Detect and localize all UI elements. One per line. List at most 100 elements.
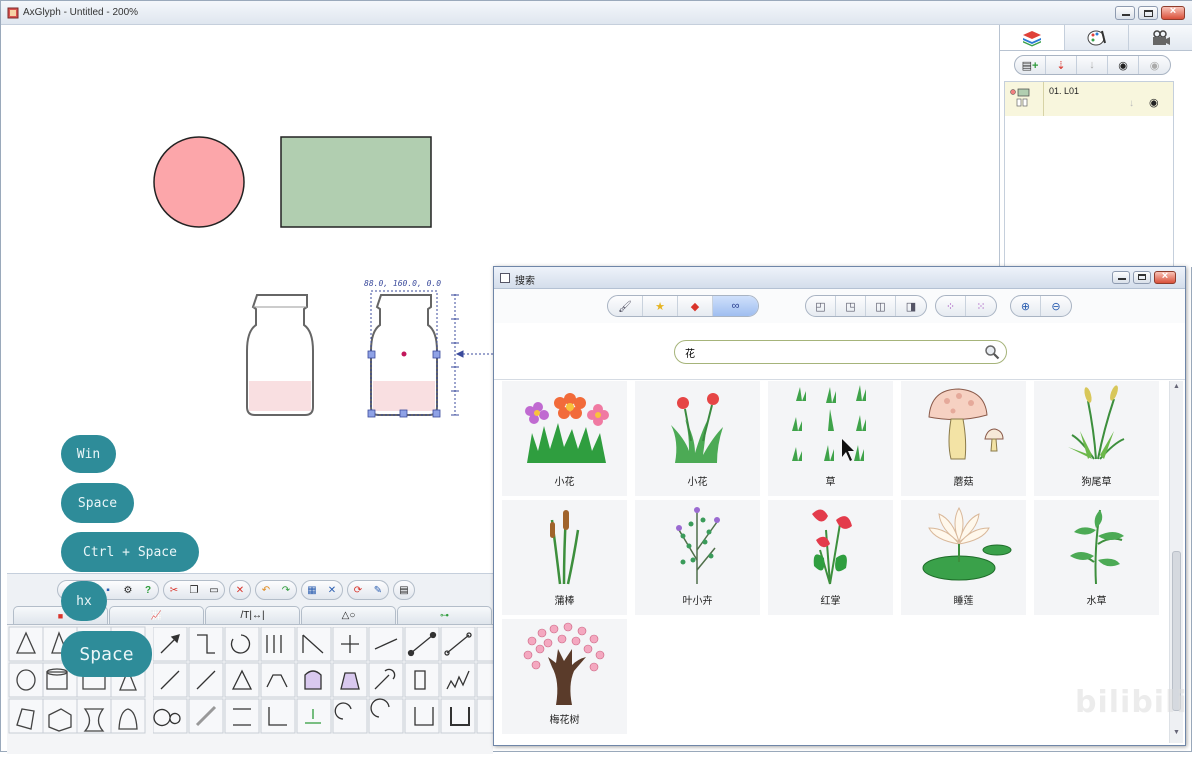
- reagent-bottle-shape[interactable]: [246, 294, 314, 416]
- title-bar: AxGlyph - Untitled - 200% ×: [1, 1, 1192, 25]
- red-arrow-down-icon: ⇣: [1056, 59, 1066, 72]
- grass-tufts-icon: [792, 385, 866, 461]
- hide-layer-button[interactable]: ◉: [1139, 56, 1170, 74]
- result-item[interactable]: 蘑菇: [901, 381, 1026, 496]
- zoom-tabs: ⊕ ⊖: [1010, 295, 1072, 317]
- search-mode-button[interactable]: ∞: [713, 296, 758, 316]
- result-item[interactable]: 梅花树: [502, 619, 627, 734]
- connector-icon: ⊶: [440, 610, 449, 620]
- coordinate-readout: 88.0, 160.0, 0.0: [364, 279, 442, 288]
- zoom-out-button[interactable]: ⊖: [1041, 296, 1071, 316]
- selected-reagent-bottle-shape[interactable]: [367, 290, 441, 418]
- settings-button[interactable]: ⚙: [118, 581, 138, 599]
- help-button[interactable]: ?: [138, 581, 158, 599]
- brush-mode-button[interactable]: 🖌: [608, 296, 643, 316]
- color-squares-icon: ■: [57, 610, 64, 621]
- search-input[interactable]: [685, 345, 975, 359]
- small-grid-icon: ⁙: [976, 300, 986, 313]
- copy-button[interactable]: ❐: [184, 581, 204, 599]
- large-grid-button[interactable]: ⁘: [936, 296, 966, 316]
- scroll-up-icon[interactable]: ▲: [1173, 383, 1180, 390]
- align-button[interactable]: ▤: [394, 581, 414, 599]
- green-rectangle-shape[interactable]: [280, 136, 432, 228]
- add-layer-button[interactable]: ▤+: [1015, 56, 1046, 74]
- history-tools: ↶ ↷: [255, 580, 297, 600]
- scissors-icon: ✂: [169, 584, 179, 596]
- tag-button[interactable]: ◆: [678, 296, 713, 316]
- tab-basic-shapes[interactable]: △○: [301, 606, 396, 624]
- result-item[interactable]: 小花: [502, 381, 627, 496]
- small-grid-button[interactable]: ⁙: [966, 296, 996, 316]
- dialog-title-bar: 搜索 ×: [494, 267, 1185, 289]
- rotate-icon: ⟳: [353, 584, 363, 596]
- red-flowers-icon: [671, 393, 723, 463]
- dialog-close-button[interactable]: ×: [1154, 270, 1176, 284]
- paste-button[interactable]: ▭: [204, 581, 224, 599]
- minimize-button[interactable]: [1115, 6, 1135, 20]
- undo-button[interactable]: ↶: [256, 581, 276, 599]
- dialog-maximize-button[interactable]: [1133, 271, 1151, 284]
- dialog-minimize-button[interactable]: [1112, 271, 1130, 284]
- merge-down-button[interactable]: ↓: [1077, 56, 1108, 74]
- layers-panel: ▤+ ⇣ ↓ ◉ ◉ 01. L01 ↓ ◉: [999, 25, 1192, 267]
- scroll-down-icon[interactable]: ▼: [1173, 729, 1180, 736]
- pink-circle-shape[interactable]: [153, 136, 245, 228]
- cut-button[interactable]: ✂: [164, 581, 184, 599]
- maximize-button[interactable]: [1138, 6, 1158, 20]
- move-layer-down-button[interactable]: ⇣: [1046, 56, 1077, 74]
- transform-tools: ⟳ ✎: [347, 580, 389, 600]
- text-line-icon: /T|↔|: [240, 610, 265, 621]
- grid-button[interactable]: ▦: [302, 581, 322, 599]
- tab-layers[interactable]: [1000, 25, 1065, 50]
- pen-button[interactable]: ✎: [368, 581, 388, 599]
- close-icon: ×: [1169, 5, 1177, 17]
- result-item[interactable]: 叶小卉: [635, 500, 760, 615]
- layer-visible-eye-icon[interactable]: ◉: [1149, 96, 1159, 109]
- delete-icon: ✕: [235, 584, 245, 596]
- rotate-button[interactable]: ⟳: [348, 581, 368, 599]
- layout-2-button[interactable]: ◳: [836, 296, 866, 316]
- axglyph-window: AxGlyph - Untitled - 200% × 88.0, 160.0,…: [0, 0, 1192, 754]
- favorites-button[interactable]: ★: [643, 296, 678, 316]
- window-title: AxGlyph - Untitled - 200%: [23, 7, 139, 18]
- tab-styles[interactable]: [1065, 25, 1130, 50]
- layout-3-button[interactable]: ◫: [866, 296, 896, 316]
- maximize-icon: [1138, 274, 1146, 280]
- tab-charts[interactable]: 📈: [109, 606, 204, 624]
- grid-size-tabs: ⁘ ⁙: [935, 295, 997, 317]
- tab-connectors[interactable]: ⊶: [397, 606, 492, 624]
- result-item[interactable]: 水草: [1034, 500, 1159, 615]
- delete-button[interactable]: ✕: [230, 581, 250, 599]
- show-layer-button[interactable]: ◉: [1108, 56, 1139, 74]
- layer-row[interactable]: 01. L01 ↓ ◉: [1005, 82, 1173, 116]
- search-icon[interactable]: [984, 344, 1000, 360]
- layout-1-button[interactable]: ◰: [806, 296, 836, 316]
- result-item[interactable]: 蒲棒: [502, 500, 627, 615]
- search-box: [674, 340, 1007, 364]
- close-button[interactable]: ×: [1161, 5, 1185, 20]
- layout-4-button[interactable]: ◨: [896, 296, 926, 316]
- chart-icon: 📈: [150, 610, 163, 620]
- dimension-ruler: [451, 294, 493, 416]
- result-item[interactable]: 睡莲: [901, 500, 1026, 615]
- edit-toolbar: ▫ ▰ ▪ ⚙ ? ✂ ❐ ▭ ✕ ↶ ↷ ▦ ✕: [57, 580, 415, 602]
- minimize-icon: [1122, 14, 1130, 16]
- zoom-in-button[interactable]: ⊕: [1011, 296, 1041, 316]
- mushroom-icon: [928, 388, 1004, 460]
- large-grid-icon: ⁘: [945, 300, 956, 313]
- redo-button[interactable]: ↷: [276, 581, 296, 599]
- result-item[interactable]: 小花: [635, 381, 760, 496]
- layout-split-icon: ◫: [875, 300, 886, 313]
- result-item[interactable]: 狗尾草: [1034, 381, 1159, 496]
- tab-text-lines[interactable]: /T|↔|: [205, 606, 300, 624]
- palette-icon: [1087, 30, 1106, 45]
- result-item[interactable]: 红掌: [768, 500, 893, 615]
- key-overlay-badge: Space: [61, 483, 134, 523]
- cattail-icon: [550, 510, 580, 585]
- grid-tools: ▦ ✕: [301, 580, 343, 600]
- watermark-text: bilibili: [1075, 685, 1188, 720]
- snap-button[interactable]: ✕: [322, 581, 342, 599]
- dialog-toolbar: 🖌 ★ ◆ ∞ ◰ ◳ ◫ ◨ ⁘ ⁙ ⊕ ⊖: [494, 289, 1185, 323]
- result-item[interactable]: 草: [768, 381, 893, 496]
- tab-animation[interactable]: [1129, 25, 1192, 50]
